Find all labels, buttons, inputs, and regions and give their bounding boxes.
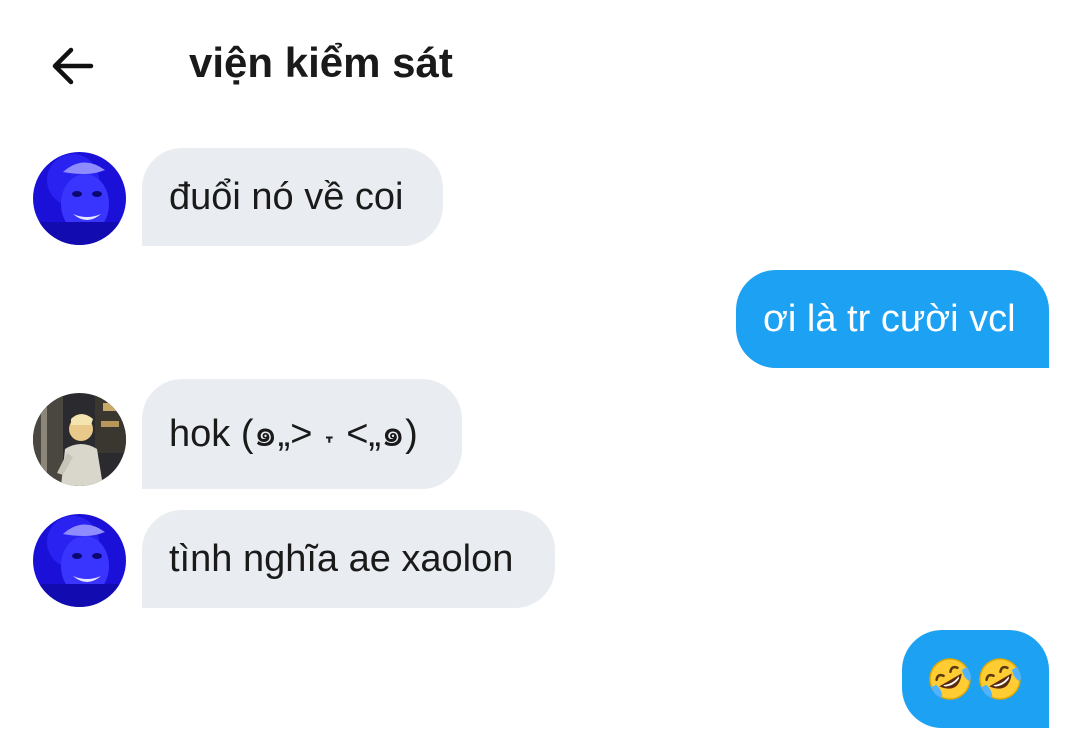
conversation-title: viện kiểm sát (189, 39, 453, 86)
message-bubble-incoming[interactable]: tình nghĩa ae xaolon (142, 510, 555, 608)
message-emoji-row (926, 655, 1024, 703)
message-text: đuổi nó về coi (169, 176, 404, 218)
rolling-on-floor-laughing-icon (929, 658, 971, 700)
rolling-on-floor-laughing-icon (979, 658, 1021, 700)
sender-avatar[interactable] (33, 152, 126, 245)
back-button[interactable] (44, 38, 100, 94)
message-text: hok (๑„> ˕ <„๑) (169, 413, 418, 455)
message-text: tình nghĩa ae xaolon (169, 538, 514, 580)
message-bubble-outgoing[interactable]: ơi là tr cười vcl (736, 270, 1049, 368)
dm-conversation-screen: viện kiểm sát đuổi nó về coi ơi là tr cư… (0, 0, 1080, 739)
sender-avatar[interactable] (33, 514, 126, 607)
message-text: ơi là tr cười vcl (763, 298, 1016, 340)
message-bubble-outgoing[interactable] (902, 630, 1049, 728)
message-bubble-incoming[interactable]: hok (๑„> ˕ <„๑) (142, 379, 462, 489)
arrow-left-icon (52, 47, 94, 85)
sender-avatar[interactable] (33, 393, 126, 486)
conversation-header: viện kiểm sát (0, 0, 1080, 125)
message-bubble-incoming[interactable]: đuổi nó về coi (142, 148, 443, 246)
